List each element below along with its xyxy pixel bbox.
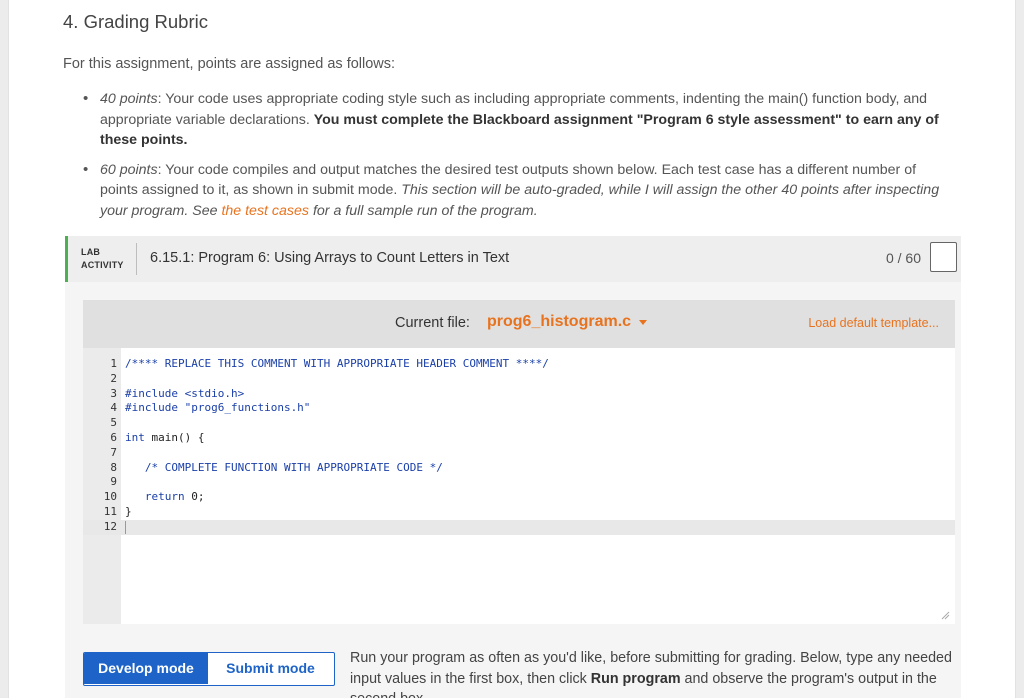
run-program-emphasis: Run program — [590, 670, 681, 687]
code-line[interactable]: 6 int main() { — [83, 431, 955, 446]
code-text: /**** REPLACE THIS COMMENT WITH APPROPRI… — [125, 357, 549, 370]
rubric-list: 40 points: Your code uses appropriate co… — [80, 89, 960, 230]
run-instructions: Run your program as often as you'd like,… — [350, 648, 960, 698]
code-line[interactable]: 7 — [83, 446, 955, 461]
code-lines: 1 /**** REPLACE THIS COMMENT WITH APPROPR… — [83, 357, 955, 535]
lab-tag-line2: ACTIVITY — [81, 260, 124, 270]
resize-handle-icon[interactable] — [941, 611, 950, 620]
keyword: return — [144, 490, 185, 504]
code-line[interactable]: 12 — [83, 519, 955, 535]
develop-mode-button[interactable]: Develop mode — [84, 653, 208, 684]
code-text: return 0; — [144, 490, 205, 504]
code-line[interactable]: 5 — [83, 416, 955, 431]
code-text: #include <stdio.h> — [125, 386, 245, 400]
line-number: 3 — [110, 386, 117, 400]
intro-text: For this assignment, points are assigned… — [63, 56, 396, 72]
test-cases-link[interactable]: the test cases — [221, 203, 309, 219]
line-number: 2 — [110, 371, 117, 385]
keyword: int — [125, 430, 145, 444]
line-number: 9 — [110, 475, 117, 489]
lab-body: Current file: prog6_histogram.c Load def… — [65, 282, 961, 698]
lab-title: 6.15.1: Program 6: Using Arrays to Count… — [150, 250, 510, 266]
code-line[interactable]: 1 /**** REPLACE THIS COMMENT WITH APPROPR… — [83, 357, 955, 372]
code-line[interactable]: 3 #include <stdio.h> — [83, 387, 955, 402]
line-number: 1 — [110, 357, 117, 370]
code-line[interactable]: 4 #include "prog6_functions.h" — [83, 401, 955, 416]
current-file-dropdown[interactable]: prog6_histogram.c — [487, 313, 631, 331]
chevron-down-icon[interactable] — [639, 320, 647, 325]
line-number: 12 — [103, 519, 117, 533]
code-text: /* COMPLETE FUNCTION WITH APPROPRIATE CO… — [125, 460, 443, 474]
code-line[interactable]: 8 /* COMPLETE FUNCTION WITH APPROPRIATE … — [83, 461, 955, 476]
submit-mode-button[interactable]: Submit mode — [208, 653, 333, 684]
section-title: 4. Grading Rubric — [63, 11, 208, 32]
code-line[interactable]: 2 — [83, 372, 955, 387]
current-file-label: Current file: — [395, 315, 470, 331]
header-divider — [136, 243, 137, 275]
code-text: int main() { — [125, 430, 205, 444]
line-number: 11 — [103, 504, 117, 518]
code-text: } — [125, 504, 132, 518]
rubric-item-output: 60 points: Your code compiles and output… — [80, 160, 960, 222]
lab-activity-header: LAB ACTIVITY 6.15.1: Program 6: Using Ar… — [65, 236, 961, 282]
line-number: 7 — [110, 445, 117, 459]
code-editor[interactable]: 1 /**** REPLACE THIS COMMENT WITH APPROPR… — [83, 348, 955, 624]
line-number: 8 — [110, 460, 117, 474]
content-page: 4. Grading Rubric For this assignment, p… — [8, 0, 1016, 698]
code-line[interactable]: 9 — [83, 475, 955, 490]
lab-tag-line1: LAB — [81, 247, 101, 257]
line-number: 4 — [110, 401, 117, 415]
mode-toggle: Develop mode Submit mode — [83, 652, 335, 686]
rubric-italic-note-end: for a full sample run of the program. — [309, 202, 538, 219]
text-cursor — [125, 520, 126, 534]
line-number: 5 — [110, 416, 117, 430]
file-bar: Current file: prog6_histogram.c Load def… — [83, 300, 955, 348]
completion-checkbox — [930, 242, 957, 272]
rubric-item-style: 40 points: Your code uses appropriate co… — [80, 89, 960, 151]
code-text: #include "prog6_functions.h" — [125, 401, 311, 415]
score-text: 0 / 60 — [885, 250, 921, 266]
line-number: 10 — [103, 490, 117, 504]
points-label: 60 points — [100, 161, 158, 178]
code-line[interactable]: 10 return 0; — [83, 490, 955, 505]
load-default-template-link[interactable]: Load default template... — [808, 316, 939, 330]
line-number: 6 — [110, 430, 117, 444]
points-label: 40 points — [100, 91, 158, 107]
lab-activity-tag: LAB ACTIVITY — [81, 246, 124, 272]
code-line[interactable]: 11} — [83, 505, 955, 520]
